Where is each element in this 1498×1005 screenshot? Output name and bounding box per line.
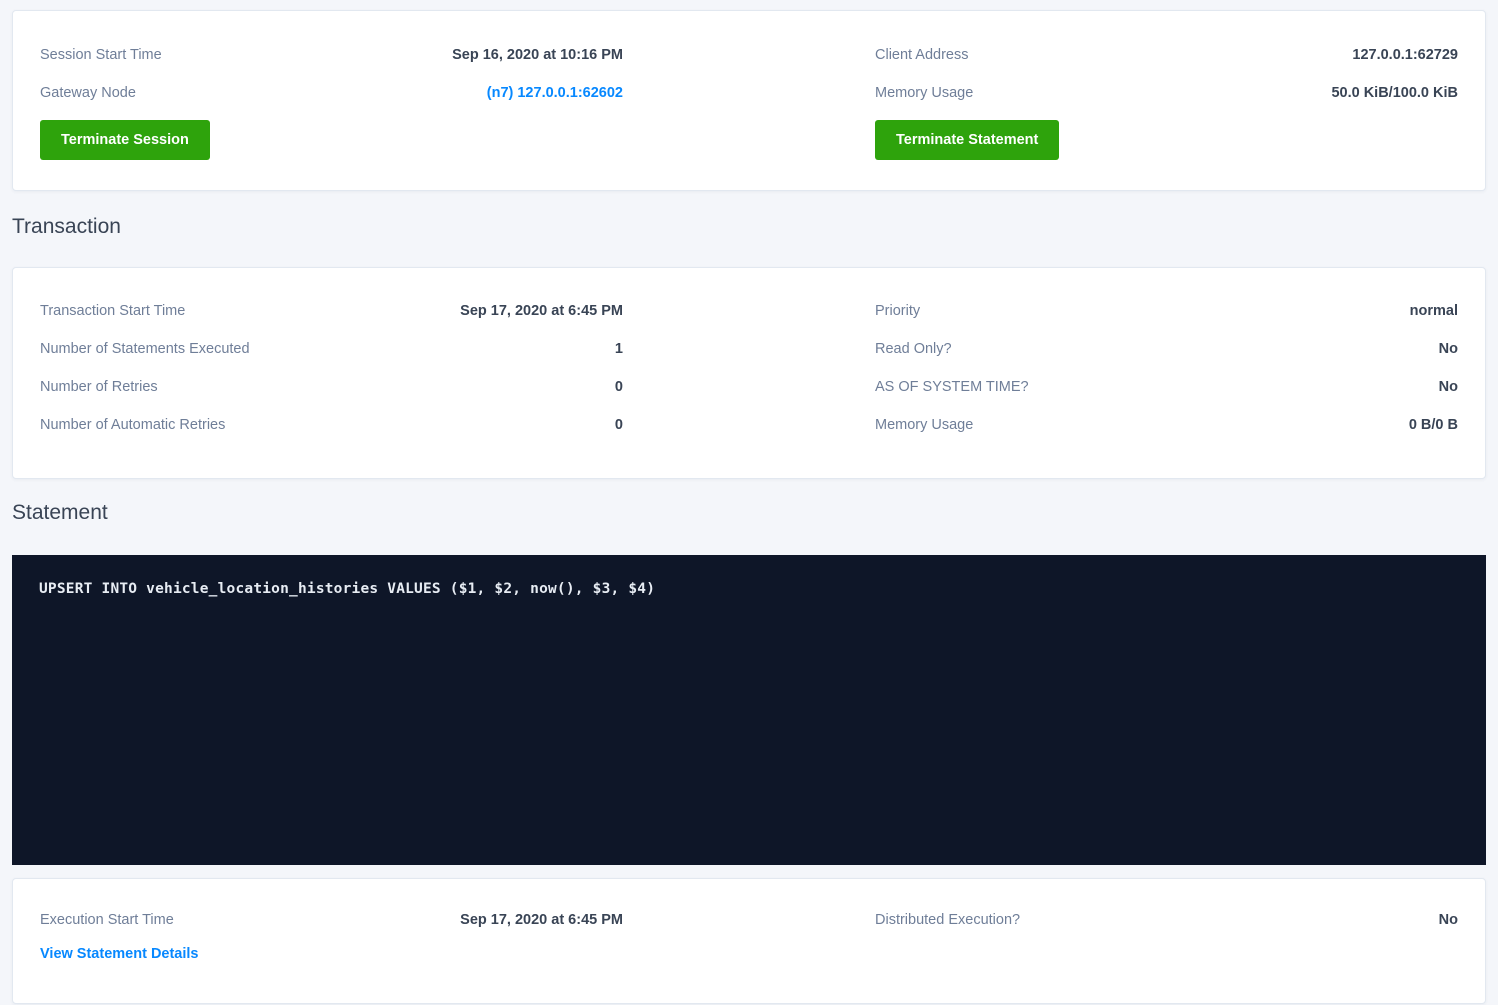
as-of-system-time-value: No (1439, 379, 1458, 395)
as-of-system-time-label: AS OF SYSTEM TIME? (875, 379, 1029, 395)
statements-executed-value: 1 (615, 341, 623, 357)
execution-card-right-column: Distributed Execution? No (875, 901, 1458, 963)
execution-card-left-column: Execution Start Time Sep 17, 2020 at 6:4… (40, 901, 623, 963)
session-memory-usage-value: 50.0 KiB/100.0 KiB (1331, 85, 1458, 101)
read-only-label: Read Only? (875, 341, 952, 357)
number-of-retries-row: Number of Retries 0 (40, 368, 623, 406)
gateway-node-label: Gateway Node (40, 85, 136, 101)
transaction-card: Transaction Start Time Sep 17, 2020 at 6… (12, 267, 1486, 479)
transaction-memory-usage-row: Memory Usage 0 B/0 B (875, 406, 1458, 444)
transaction-card-left-column: Transaction Start Time Sep 17, 2020 at 6… (40, 292, 623, 444)
session-card-right-column: Client Address 127.0.0.1:62729 Memory Us… (875, 36, 1458, 160)
automatic-retries-value: 0 (615, 417, 623, 433)
number-of-retries-value: 0 (615, 379, 623, 395)
view-statement-details-link[interactable]: View Statement Details (40, 946, 199, 962)
client-address-row: Client Address 127.0.0.1:62729 (875, 36, 1458, 74)
automatic-retries-label: Number of Automatic Retries (40, 417, 225, 433)
distributed-execution-value: No (1439, 912, 1458, 928)
statements-executed-label: Number of Statements Executed (40, 341, 250, 357)
execution-start-time-row: Execution Start Time Sep 17, 2020 at 6:4… (40, 901, 623, 939)
session-summary-card: Session Start Time Sep 16, 2020 at 10:16… (12, 10, 1486, 191)
priority-row: Priority normal (875, 292, 1458, 330)
read-only-value: No (1439, 341, 1458, 357)
gateway-node-link[interactable]: (n7) 127.0.0.1:62602 (487, 85, 623, 101)
statements-executed-row: Number of Statements Executed 1 (40, 330, 623, 368)
session-start-time-value: Sep 16, 2020 at 10:16 PM (452, 47, 623, 63)
client-address-label: Client Address (875, 47, 969, 63)
client-address-value: 127.0.0.1:62729 (1352, 47, 1458, 63)
transaction-start-time-row: Transaction Start Time Sep 17, 2020 at 6… (40, 292, 623, 330)
transaction-card-right-column: Priority normal Read Only? No AS OF SYST… (875, 292, 1458, 444)
distributed-execution-label: Distributed Execution? (875, 912, 1020, 928)
gateway-node-row: Gateway Node (n7) 127.0.0.1:62602 (40, 74, 623, 112)
session-start-time-label: Session Start Time (40, 47, 162, 63)
execution-start-time-label: Execution Start Time (40, 912, 174, 928)
terminate-session-button[interactable]: Terminate Session (40, 120, 210, 160)
automatic-retries-row: Number of Automatic Retries 0 (40, 406, 623, 444)
number-of-retries-label: Number of Retries (40, 379, 158, 395)
terminate-statement-button[interactable]: Terminate Statement (875, 120, 1059, 160)
transaction-start-time-label: Transaction Start Time (40, 303, 185, 319)
read-only-row: Read Only? No (875, 330, 1458, 368)
as-of-system-time-row: AS OF SYSTEM TIME? No (875, 368, 1458, 406)
session-memory-usage-label: Memory Usage (875, 85, 973, 101)
transaction-heading: Transaction (12, 213, 1486, 241)
transaction-start-time-value: Sep 17, 2020 at 6:45 PM (460, 303, 623, 319)
session-memory-usage-row: Memory Usage 50.0 KiB/100.0 KiB (875, 74, 1458, 112)
transaction-memory-usage-value: 0 B/0 B (1409, 417, 1458, 433)
priority-value: normal (1410, 303, 1458, 319)
transaction-memory-usage-label: Memory Usage (875, 417, 973, 433)
priority-label: Priority (875, 303, 920, 319)
sql-statement-box: UPSERT INTO vehicle_location_histories V… (12, 555, 1486, 865)
session-card-left-column: Session Start Time Sep 16, 2020 at 10:16… (40, 36, 623, 160)
execution-start-time-value: Sep 17, 2020 at 6:45 PM (460, 912, 623, 928)
distributed-execution-row: Distributed Execution? No (875, 901, 1458, 939)
statement-execution-card: Execution Start Time Sep 17, 2020 at 6:4… (12, 878, 1486, 1004)
statement-heading: Statement (12, 499, 1486, 527)
session-start-time-row: Session Start Time Sep 16, 2020 at 10:16… (40, 36, 623, 74)
sql-statement-text: UPSERT INTO vehicle_location_histories V… (39, 581, 1459, 597)
